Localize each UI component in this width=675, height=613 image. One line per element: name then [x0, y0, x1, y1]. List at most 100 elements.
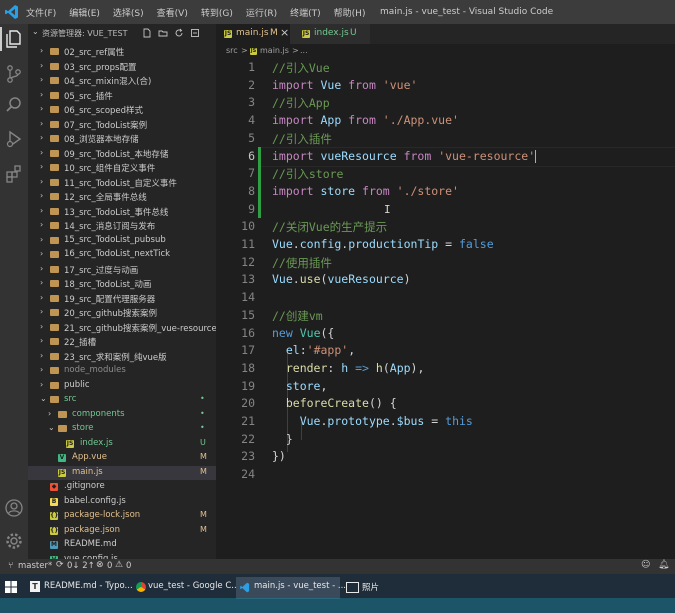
- tree-item[interactable]: ◆ .gitignore: [28, 480, 216, 495]
- new-folder-icon[interactable]: [158, 28, 168, 38]
- tab-main-js[interactable]: JS main.js M ×: [216, 24, 290, 44]
- tab-close-icon[interactable]: ×: [280, 26, 289, 39]
- feedback-icon[interactable]: ☺: [641, 560, 650, 570]
- tab-index-js[interactable]: JS index.js U: [290, 24, 370, 44]
- json-file-icon: {}: [50, 512, 59, 520]
- activity-bar: [0, 24, 28, 559]
- tree-item[interactable]: › 09_src_TodoList_本地存储: [28, 147, 216, 162]
- code-line-19: store,: [272, 378, 328, 393]
- menu-file[interactable]: 文件(F): [26, 6, 56, 19]
- git-sync-status[interactable]: 0↓ 2↑: [67, 561, 95, 571]
- tree-item[interactable]: › 05_src_插件: [28, 89, 216, 104]
- tree-item[interactable]: › 18_src_TodoList_动画: [28, 277, 216, 292]
- breadcrumb-file[interactable]: main.js: [260, 46, 289, 55]
- error-count[interactable]: 0: [107, 561, 112, 571]
- settings-gear-icon[interactable]: [4, 531, 24, 551]
- tree-item[interactable]: JS main.js M: [28, 465, 216, 480]
- tree-item[interactable]: › 21_src_github搜索案例_vue-resource: [28, 321, 216, 336]
- tree-item[interactable]: ⌄ src •: [28, 393, 216, 408]
- chevron-down-icon[interactable]: ⌄: [32, 27, 39, 36]
- menu-edit[interactable]: 编辑(E): [69, 6, 100, 19]
- title-bar: 文件(F) 编辑(E) 选择(S) 查看(V) 转到(G) 运行(R) 终端(T…: [0, 0, 675, 24]
- run-debug-icon[interactable]: [4, 129, 24, 149]
- babel-file-icon: B: [50, 497, 58, 506]
- warning-count[interactable]: 0: [126, 561, 131, 571]
- git-branch[interactable]: master*: [18, 561, 52, 571]
- tree-item[interactable]: › 23_src_求和案例_纯vue版: [28, 350, 216, 365]
- extensions-icon[interactable]: [4, 164, 24, 184]
- tree-item[interactable]: › 17_src_过度与动画: [28, 263, 216, 278]
- windows-taskbar: T README.md - Typo... vue_test - Google …: [0, 574, 675, 613]
- menu-run[interactable]: 运行(R): [246, 6, 277, 19]
- tree-item[interactable]: M README.md: [28, 538, 216, 553]
- tree-item[interactable]: › 13_src_TodoList_事件总线: [28, 205, 216, 220]
- source-control-icon[interactable]: [4, 64, 24, 84]
- tree-item[interactable]: › 08_浏览器本地存储: [28, 132, 216, 147]
- line-number: 14: [241, 290, 255, 305]
- notifications-bell-icon[interactable]: 🔔︎: [658, 560, 669, 570]
- tree-item[interactable]: › 11_src_TodoList_自定义事件: [28, 176, 216, 191]
- folder-icon: [50, 396, 59, 403]
- mouse-ibeam-icon: I: [384, 202, 391, 216]
- tree-item-label: index.js: [80, 437, 113, 448]
- refresh-icon[interactable]: [174, 28, 184, 38]
- tree-item[interactable]: › 12_src_全局事件总线: [28, 190, 216, 205]
- tree-item[interactable]: › 16_src_TodoList_nextTick: [28, 248, 216, 263]
- chevron-right-icon: ›: [40, 162, 44, 171]
- tree-item-label: src: [64, 394, 77, 404]
- account-icon[interactable]: [4, 498, 24, 518]
- chevron-right-icon: ›: [40, 263, 44, 273]
- tree-item[interactable]: › 15_src_TodoList_pubsub: [28, 234, 216, 249]
- tab-git-badge: U: [350, 28, 357, 38]
- tree-item[interactable]: › 14_src_消息订阅与发布: [28, 219, 216, 234]
- tree-item[interactable]: {} package-lock.json M: [28, 509, 216, 524]
- explorer-icon[interactable]: [4, 29, 24, 49]
- branch-icon: ⑂: [8, 561, 14, 571]
- menu-selection[interactable]: 选择(S): [113, 6, 144, 19]
- folder-icon: [50, 106, 59, 113]
- tree-item[interactable]: JS index.js U: [28, 437, 216, 452]
- code-line-22: }: [272, 431, 293, 446]
- tree-item[interactable]: › 10_src_组件自定义事件: [28, 161, 216, 176]
- menu-terminal[interactable]: 终端(T): [290, 6, 321, 19]
- breadcrumb-more[interactable]: ...: [300, 46, 308, 55]
- tree-item[interactable]: › 22_插槽: [28, 335, 216, 350]
- tree-item-label: 13_src_TodoList_事件总线: [64, 207, 169, 218]
- tree-item[interactable]: › 02_src_ref属性: [28, 45, 216, 60]
- chevron-right-icon: ›: [40, 118, 44, 128]
- error-icon: ⊗: [96, 560, 104, 570]
- collapse-all-icon[interactable]: [190, 28, 200, 38]
- breadcrumb-folder[interactable]: src: [226, 46, 238, 55]
- tree-item[interactable]: Bbabel.config.js: [28, 495, 216, 510]
- tree-item[interactable]: › 03_src_props配置: [28, 60, 216, 75]
- chrome-icon: [136, 582, 146, 592]
- search-icon[interactable]: [4, 95, 24, 115]
- line-number: 10: [241, 219, 255, 234]
- tree-item[interactable]: V App.vue M: [28, 451, 216, 466]
- taskbar-typora[interactable]: T README.md - Typo...: [26, 577, 133, 599]
- folder-icon: [50, 48, 59, 55]
- code-line-7: //引入store: [272, 167, 344, 182]
- tree-item[interactable]: › 07_src_TodoList案例: [28, 118, 216, 133]
- tree-item[interactable]: › components •: [28, 408, 216, 423]
- line-number: 9: [248, 201, 255, 216]
- menu-view[interactable]: 查看(V): [157, 6, 188, 19]
- tab-git-badge: M: [270, 28, 278, 38]
- new-file-icon[interactable]: [142, 28, 152, 38]
- tree-item[interactable]: ⌄ store •: [28, 422, 216, 437]
- code-line-3: //引入App: [272, 96, 330, 111]
- tree-item[interactable]: {} package.json M: [28, 524, 216, 539]
- tree-item[interactable]: › 20_src_github搜索案例: [28, 306, 216, 321]
- tree-item[interactable]: › 06_src_scoped样式: [28, 103, 216, 118]
- tree-item[interactable]: › node_modules: [28, 364, 216, 379]
- tree-item[interactable]: › 04_src_mixin混入(合): [28, 74, 216, 89]
- menu-help[interactable]: 帮助(H): [334, 6, 366, 19]
- taskbar-label: 照片: [362, 583, 380, 593]
- windows-start-icon[interactable]: [5, 581, 17, 593]
- menu-go[interactable]: 转到(G): [201, 6, 233, 19]
- taskbar-chrome[interactable]: vue_test - Google C...: [132, 577, 239, 599]
- taskbar-photos[interactable]: 照片: [342, 577, 402, 599]
- tree-item[interactable]: › public: [28, 379, 216, 394]
- tree-item[interactable]: › 19_src_配置代理服务器: [28, 292, 216, 307]
- taskbar-vscode[interactable]: main.js - vue_test - ...: [236, 577, 346, 599]
